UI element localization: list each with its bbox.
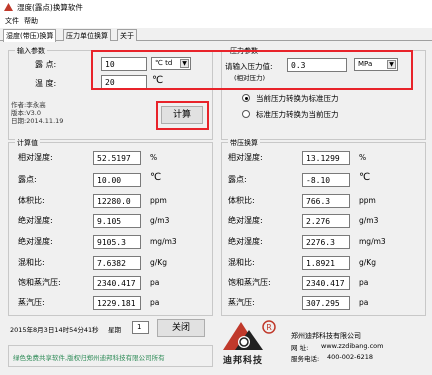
tab-humidity[interactable]: 湿度(带压)换算 [3, 29, 57, 42]
pcalc-label: 露点: [228, 175, 247, 184]
radio-to-standard-label: 当前压力转换为标准压力 [256, 94, 339, 103]
calc-label: 露点: [18, 175, 37, 184]
pcalc-label: 绝对湿度: [228, 216, 263, 225]
menu-help[interactable]: 帮助 [24, 16, 38, 26]
calc-value: 9105.3 [93, 235, 141, 249]
pcalc-unit: ℃ [359, 172, 371, 183]
datetime-display: 2015年8月3日14时54分41秒 [10, 326, 99, 334]
calc-unit: ℃ [150, 172, 162, 183]
pcalc-value: 307.295 [302, 296, 350, 310]
pcalc-value: 766.3 [302, 194, 350, 208]
pcalc-label: 相对湿度: [228, 153, 263, 162]
calc-label: 蒸汽压: [18, 298, 45, 307]
date-line: 日期:2014.11.19 [11, 117, 64, 125]
pcalc-unit: pa [359, 278, 369, 287]
radio-to-current[interactable] [242, 110, 250, 118]
tab-pressure-unit[interactable]: 压力单位换算 [63, 29, 111, 41]
pcalc-unit: % [359, 153, 367, 162]
calc-value: 52.5197 [93, 151, 141, 165]
tab-about[interactable]: 关于 [117, 29, 137, 41]
calc-value: 1229.181 [93, 296, 141, 310]
week-label: 星期 [108, 326, 121, 334]
calc-value: 7.6382 [93, 256, 141, 270]
menu-file[interactable]: 文件 [5, 16, 19, 26]
menu-bar: 文件 帮助 [0, 15, 432, 28]
close-button[interactable]: 关闭 [157, 319, 205, 337]
calc-label: 混和比: [18, 258, 45, 267]
calc-unit: g/Kg [150, 258, 167, 267]
week-value: 1 [132, 321, 149, 334]
pcalc-value: 13.1299 [302, 151, 350, 165]
company-name: 郑州迪邦科技有限公司 [291, 332, 361, 340]
author-line: 作者:李永高 [11, 101, 46, 109]
calc-label: 相对湿度: [18, 153, 53, 162]
pcalc-value: 2.276 [302, 214, 350, 228]
pcalc-unit: ppm [359, 196, 376, 205]
calc-value: 12280.0 [93, 194, 141, 208]
calc-label: 饱和蒸汽压: [18, 278, 61, 287]
input-highlight [91, 50, 413, 90]
pcalc-label: 饱和蒸汽压: [228, 278, 271, 287]
calc-group-title: 计算值 [15, 138, 40, 148]
temp-label: 温 度: [35, 79, 57, 88]
brand-text: 迪邦科技 [223, 356, 264, 366]
calc-unit: pa [150, 298, 160, 307]
svg-text:R: R [266, 323, 272, 332]
website-link[interactable]: www.zzdibang.com [321, 342, 383, 350]
pcalc-value: 2340.417 [302, 276, 350, 290]
pcalc-unit: pa [359, 298, 369, 307]
calc-unit: pa [150, 278, 160, 287]
pcalc-unit: g/m3 [359, 216, 379, 225]
pressure-calc-group-title: 带压换算 [228, 138, 260, 148]
pcalc-label: 蒸汽压: [228, 298, 255, 307]
pcalc-label: 混和比: [228, 258, 255, 267]
app-icon [4, 3, 13, 11]
pcalc-label: 绝对湿度: [228, 237, 263, 246]
calc-unit: % [150, 153, 158, 162]
calc-label: 绝对湿度: [18, 216, 53, 225]
window-title: 湿度(露点)换算软件 [17, 3, 83, 12]
website-label: 网 址: [291, 344, 309, 352]
calc-label: 绝对湿度: [18, 237, 53, 246]
calc-value: 9.105 [93, 214, 141, 228]
calc-unit: mg/m3 [150, 237, 177, 246]
calc-label: 体积比: [18, 196, 45, 205]
pcalc-value: 2276.3 [302, 235, 350, 249]
pcalc-unit: g/Kg [359, 258, 376, 267]
calc-unit: g/m3 [150, 216, 170, 225]
pcalc-value: 1.8921 [302, 256, 350, 270]
phone-number: 400-002-6218 [327, 353, 374, 361]
radio-to-current-label: 标准压力转换为当前压力 [256, 110, 339, 119]
radio-to-standard[interactable] [242, 94, 250, 102]
notice-text: 绿色免费共享软件,版权归郑州迪邦科技有限公司所有 [13, 354, 165, 362]
brand-logo: R 迪邦科技 [221, 318, 279, 368]
phone-label: 服务电话: [291, 355, 320, 363]
input-group-title: 输入参数 [15, 46, 47, 56]
pcalc-unit: mg/m3 [359, 237, 386, 246]
compute-highlight [156, 101, 209, 130]
author-info: 作者:李永高 版本:V3.0 日期:2014.11.19 [11, 101, 63, 125]
tab-strip: 湿度(带压)换算 压力单位换算 关于 [0, 28, 432, 42]
version-line: 版本:V3.0 [11, 109, 41, 117]
title-bar: 湿度(露点)换算软件 [0, 0, 432, 15]
pcalc-label: 体积比: [228, 196, 255, 205]
calc-value: 2340.417 [93, 276, 141, 290]
calc-value: 10.00 [93, 173, 141, 187]
calc-unit: ppm [150, 196, 167, 205]
dewpoint-label: 露 点: [35, 60, 57, 69]
pcalc-value: -8.10 [302, 173, 350, 187]
